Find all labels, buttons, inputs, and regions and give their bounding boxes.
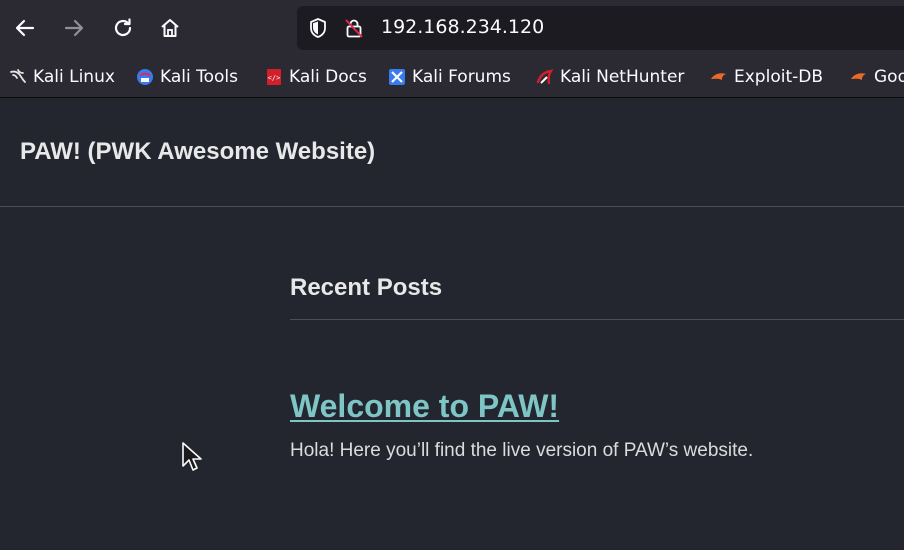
kali-docs-icon: </> (267, 69, 281, 85)
url-text[interactable]: 192.168.234.120 (381, 16, 544, 38)
svg-text:</>: </> (268, 74, 281, 82)
url-bar[interactable]: 192.168.234.120 (297, 6, 904, 50)
back-button[interactable] (7, 10, 43, 46)
section-divider (290, 319, 904, 320)
kali-nethunter-icon (536, 69, 554, 85)
bookmark-kali-forums[interactable]: Kali Forums (388, 65, 511, 89)
bookmark-google-hacking-db[interactable]: Goo (850, 65, 904, 89)
shield-icon[interactable] (307, 17, 329, 39)
home-button[interactable] (152, 10, 188, 46)
section-title: Recent Posts (290, 274, 443, 301)
post-title-link[interactable]: Welcome to PAW! (290, 388, 559, 425)
bookmark-label: Kali Forums (412, 67, 511, 87)
back-arrow-icon (15, 19, 35, 37)
kali-forums-icon (389, 69, 405, 85)
bookmark-label: Kali Linux (33, 67, 115, 87)
reload-icon (114, 18, 132, 37)
browser-toolbar: 192.168.234.120 (0, 0, 904, 57)
exploit-db-icon (711, 73, 726, 80)
site-title[interactable]: PAW! (PWK Awesome Website) (20, 138, 375, 166)
bookmark-label: Goo (874, 67, 904, 87)
bookmark-kali-linux[interactable]: Kali Linux (9, 65, 115, 89)
bookmark-label: Exploit-DB (734, 67, 823, 87)
bookmark-kali-tools[interactable]: Kali Tools (136, 65, 238, 89)
kali-tools-icon (137, 69, 153, 85)
post-excerpt: Hola! Here you’ll find the live version … (290, 440, 754, 461)
bookmark-kali-nethunter[interactable]: Kali NetHunter (536, 65, 684, 89)
google-hacking-db-icon (851, 73, 866, 80)
bookmark-label: Kali Docs (289, 67, 367, 87)
bookmark-kali-docs[interactable]: </> Kali Docs (265, 65, 367, 89)
bookmark-label: Kali NetHunter (560, 67, 685, 87)
mouse-cursor-icon (182, 442, 202, 471)
kali-dragon-icon (10, 69, 26, 83)
forward-arrow-icon (64, 19, 84, 37)
bookmark-label: Kali Tools (160, 67, 238, 87)
home-icon (161, 19, 179, 37)
bookmarks-toolbar: Kali Linux Kali Tools </> Kali Docs Kali… (0, 57, 904, 98)
bookmark-exploit-db[interactable]: Exploit-DB (710, 65, 823, 89)
insecure-lock-icon[interactable] (343, 17, 365, 39)
reload-button[interactable] (105, 10, 141, 46)
forward-button[interactable] (56, 10, 92, 46)
header-divider (0, 206, 904, 207)
page-content: PAW! (PWK Awesome Website) Recent Posts … (0, 98, 904, 550)
